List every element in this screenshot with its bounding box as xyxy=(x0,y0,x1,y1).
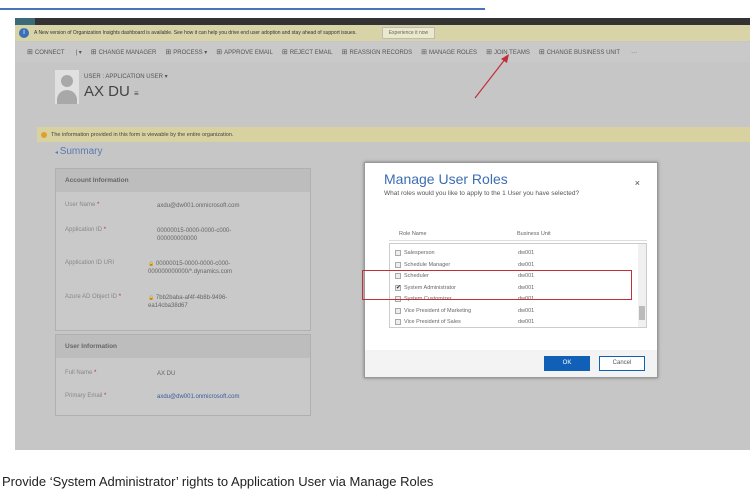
column-business-unit[interactable]: Business Unit xyxy=(517,231,551,237)
ok-button[interactable]: OK xyxy=(544,356,590,371)
role-row[interactable]: Salesperson dw001 xyxy=(390,248,646,260)
dialog-title: Manage User Roles xyxy=(384,171,508,187)
highlight-box xyxy=(362,270,632,300)
role-checkbox[interactable] xyxy=(395,307,401,314)
business-unit: dw001 xyxy=(518,261,535,268)
role-name: Vice President of Marketing xyxy=(404,307,472,314)
close-icon[interactable]: × xyxy=(635,178,640,188)
role-row[interactable]: Vice President of Sales dw001 xyxy=(390,317,646,327)
divider-line xyxy=(0,8,485,10)
role-checkbox[interactable] xyxy=(395,261,401,268)
role-name: Schedule Manager xyxy=(404,261,451,268)
column-role-name[interactable]: Role Name xyxy=(399,231,427,237)
role-checkbox[interactable] xyxy=(395,250,401,256)
scrollbar-thumb[interactable] xyxy=(639,306,645,320)
role-name: Salesperson xyxy=(404,250,435,256)
business-unit: dw001 xyxy=(518,319,535,325)
business-unit: dw001 xyxy=(518,307,535,314)
cancel-button[interactable]: Cancel xyxy=(599,356,645,371)
role-name: Vice President of Sales xyxy=(404,319,461,325)
business-unit: dw001 xyxy=(518,250,535,256)
role-checkbox[interactable] xyxy=(395,319,401,325)
grid-header: Role Name Business Unit xyxy=(389,227,647,241)
scrollbar[interactable] xyxy=(638,244,646,327)
manage-user-roles-dialog: Manage User Roles What roles would you l… xyxy=(362,162,658,378)
dialog-footer: OK Cancel xyxy=(365,350,657,377)
role-row[interactable]: Vice President of Marketing dw001 xyxy=(390,306,646,318)
caption: Provide ‘System Administrator’ rights to… xyxy=(2,474,434,489)
dialog-subtitle: What roles would you like to apply to th… xyxy=(384,190,580,197)
